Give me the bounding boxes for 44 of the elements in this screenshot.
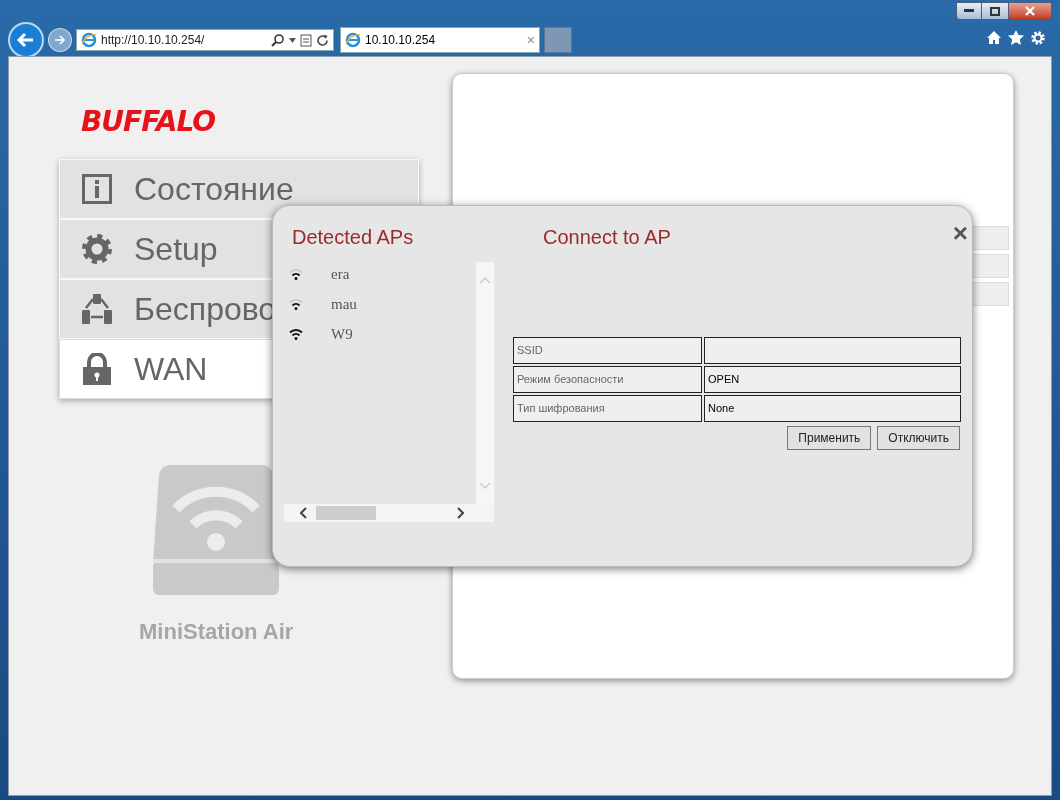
info-icon xyxy=(82,174,112,204)
browser-logo-icon xyxy=(81,32,97,48)
gear-icon xyxy=(81,233,113,265)
close-button[interactable]: × xyxy=(952,220,968,246)
address-text: http://10.10.10.254/ xyxy=(101,32,206,49)
forward-button[interactable] xyxy=(48,28,72,52)
field-value: None xyxy=(704,395,961,422)
dialog-button[interactable]: Отключить xyxy=(877,426,960,450)
horizontal-scrollbar[interactable] xyxy=(284,504,494,522)
field-label: Тип шифрования xyxy=(513,395,702,422)
product-name: MiniStation Air xyxy=(139,618,294,646)
arrow-left-icon xyxy=(16,30,36,50)
browser-logo-icon xyxy=(345,32,361,48)
search-icon[interactable] xyxy=(271,33,285,47)
arrow-right-icon xyxy=(54,34,66,46)
field-value: OPEN xyxy=(704,366,961,393)
field-label: SSID xyxy=(513,337,702,364)
brand-logo: BUFFALO xyxy=(81,105,216,138)
scroll-right-icon[interactable] xyxy=(456,507,464,519)
maximize-button[interactable] xyxy=(982,2,1008,20)
tab-title: 10.10.10.254 xyxy=(365,32,437,49)
caret-icon[interactable] xyxy=(289,37,296,43)
dialog-title: Detected APs xyxy=(292,225,414,250)
dialog-button[interactable]: Применить xyxy=(787,426,872,450)
dialog-title: Connect to AP xyxy=(543,225,671,250)
scroll-left-icon[interactable] xyxy=(300,507,308,519)
network-icon xyxy=(81,293,113,325)
lock-icon xyxy=(83,353,111,385)
minimize-icon xyxy=(964,9,974,13)
nav-item[interactable]: Состояние xyxy=(59,159,419,219)
refresh-icon[interactable] xyxy=(316,33,329,47)
browser-tab[interactable]: 10.10.10.254 × xyxy=(340,27,540,53)
close-button[interactable] xyxy=(1008,2,1052,20)
home-icon[interactable] xyxy=(986,30,1002,45)
address-field[interactable]: http://10.10.10.254/ xyxy=(76,29,334,51)
star-icon[interactable] xyxy=(1008,30,1024,45)
maximize-icon xyxy=(990,6,1000,16)
tab-close-button[interactable]: × xyxy=(526,33,535,47)
close-icon xyxy=(1025,6,1035,16)
scrollbar-thumb[interactable] xyxy=(316,506,376,520)
minimize-button[interactable] xyxy=(956,2,982,20)
field-label: Режим безопасности xyxy=(513,366,702,393)
back-button[interactable] xyxy=(8,22,44,58)
settings-icon[interactable] xyxy=(1030,30,1046,46)
